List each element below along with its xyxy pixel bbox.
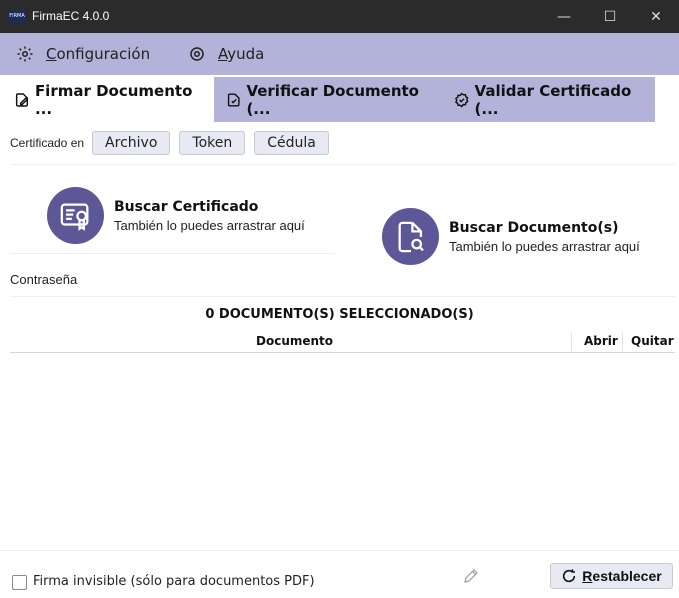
app-logo-icon: FIRMA	[8, 10, 26, 23]
reset-mnemonic: R	[582, 568, 593, 584]
archivo-button[interactable]: Archivo	[92, 131, 171, 155]
tab-firmar-documento[interactable]: Firmar Documento ...	[0, 77, 214, 122]
sign-document-icon	[15, 92, 29, 107]
buscar-certificado-hint: También lo puedes arrastrar aquí	[114, 217, 305, 233]
verify-document-icon	[227, 93, 240, 106]
buscar-certificado-title[interactable]: Buscar Certificado	[114, 199, 305, 215]
column-documento[interactable]: Documento	[256, 334, 333, 348]
menu-configuracion-text: onfiguración	[56, 45, 151, 63]
refresh-icon	[563, 569, 576, 583]
tab-validar-certificado-label: Validar Certificado (...	[474, 81, 632, 118]
certificate-icon	[47, 187, 104, 244]
menu-ayuda[interactable]: Ayuda	[188, 45, 264, 63]
divider	[10, 296, 675, 297]
validate-certificate-icon	[455, 92, 469, 107]
menu-configuracion-label: Configuración	[46, 45, 150, 63]
menu-ayuda-label: Ayuda	[218, 45, 264, 63]
menu-configuracion-mnemonic: C	[46, 45, 57, 63]
documents-table-header: Documento Abrir Quitar	[10, 332, 675, 353]
tab-validar-certificado[interactable]: Validar Certificado (...	[441, 77, 655, 122]
document-drop-zone[interactable]: Buscar Documento(s) También lo puedes ar…	[382, 208, 640, 265]
reset-button-label: Restablecer	[582, 568, 661, 584]
column-abrir[interactable]: Abrir	[584, 334, 618, 348]
menu-ayuda-text: yuda	[227, 45, 265, 63]
documents-table-body[interactable]	[10, 353, 675, 549]
invisible-signature-label[interactable]: Firma invisible (sólo para documentos PD…	[33, 574, 315, 589]
search-document-icon	[382, 208, 439, 265]
menu-configuracion[interactable]: Configuración	[16, 45, 150, 63]
column-divider	[571, 332, 572, 351]
help-gear-icon	[190, 47, 204, 61]
reset-text: establecer	[592, 568, 662, 584]
divider	[10, 253, 335, 254]
settings-icon	[17, 46, 33, 62]
buscar-documento-title[interactable]: Buscar Documento(s)	[449, 220, 640, 236]
certificate-drop-zone[interactable]: Buscar Certificado También lo puedes arr…	[47, 187, 305, 244]
password-label: Contraseña	[10, 272, 78, 287]
window-title: FirmaEC 4.0.0	[32, 9, 110, 23]
column-divider	[622, 332, 623, 351]
column-quitar[interactable]: Quitar	[631, 334, 674, 348]
minimize-button[interactable]: —	[541, 0, 587, 33]
footer-divider	[0, 550, 679, 551]
selected-documents-count: 0 DOCUMENTO(S) SELECCIONADO(S)	[205, 307, 474, 322]
maximize-button[interactable]: ☐	[587, 0, 633, 33]
title-bar: FIRMA FirmaEC 4.0.0 — ☐ ✕	[0, 0, 679, 33]
menu-bar: Configuración Ayuda	[0, 33, 679, 75]
main-tabs: Firmar Documento ... Verificar Documento…	[0, 77, 679, 122]
buscar-documento-hint: También lo puedes arrastrar aquí	[449, 238, 640, 254]
tab-firmar-documento-label: Firmar Documento ...	[34, 81, 193, 118]
close-button[interactable]: ✕	[633, 0, 679, 33]
token-button[interactable]: Token	[179, 131, 246, 155]
menu-ayuda-mnemonic: A	[218, 45, 228, 63]
reset-button[interactable]: Restablecer	[550, 563, 673, 589]
pencil-icon[interactable]	[462, 567, 480, 585]
certificate-source-row: Certificado en Archivo Token Cédula	[10, 130, 338, 156]
invisible-signature-checkbox[interactable]	[12, 575, 27, 590]
cedula-button[interactable]: Cédula	[254, 131, 329, 155]
certificate-source-label: Certificado en	[10, 136, 85, 150]
tab-verificar-documento[interactable]: Verificar Documento (...	[214, 77, 441, 122]
tab-verificar-documento-label: Verificar Documento (...	[246, 81, 419, 118]
divider	[10, 164, 675, 165]
